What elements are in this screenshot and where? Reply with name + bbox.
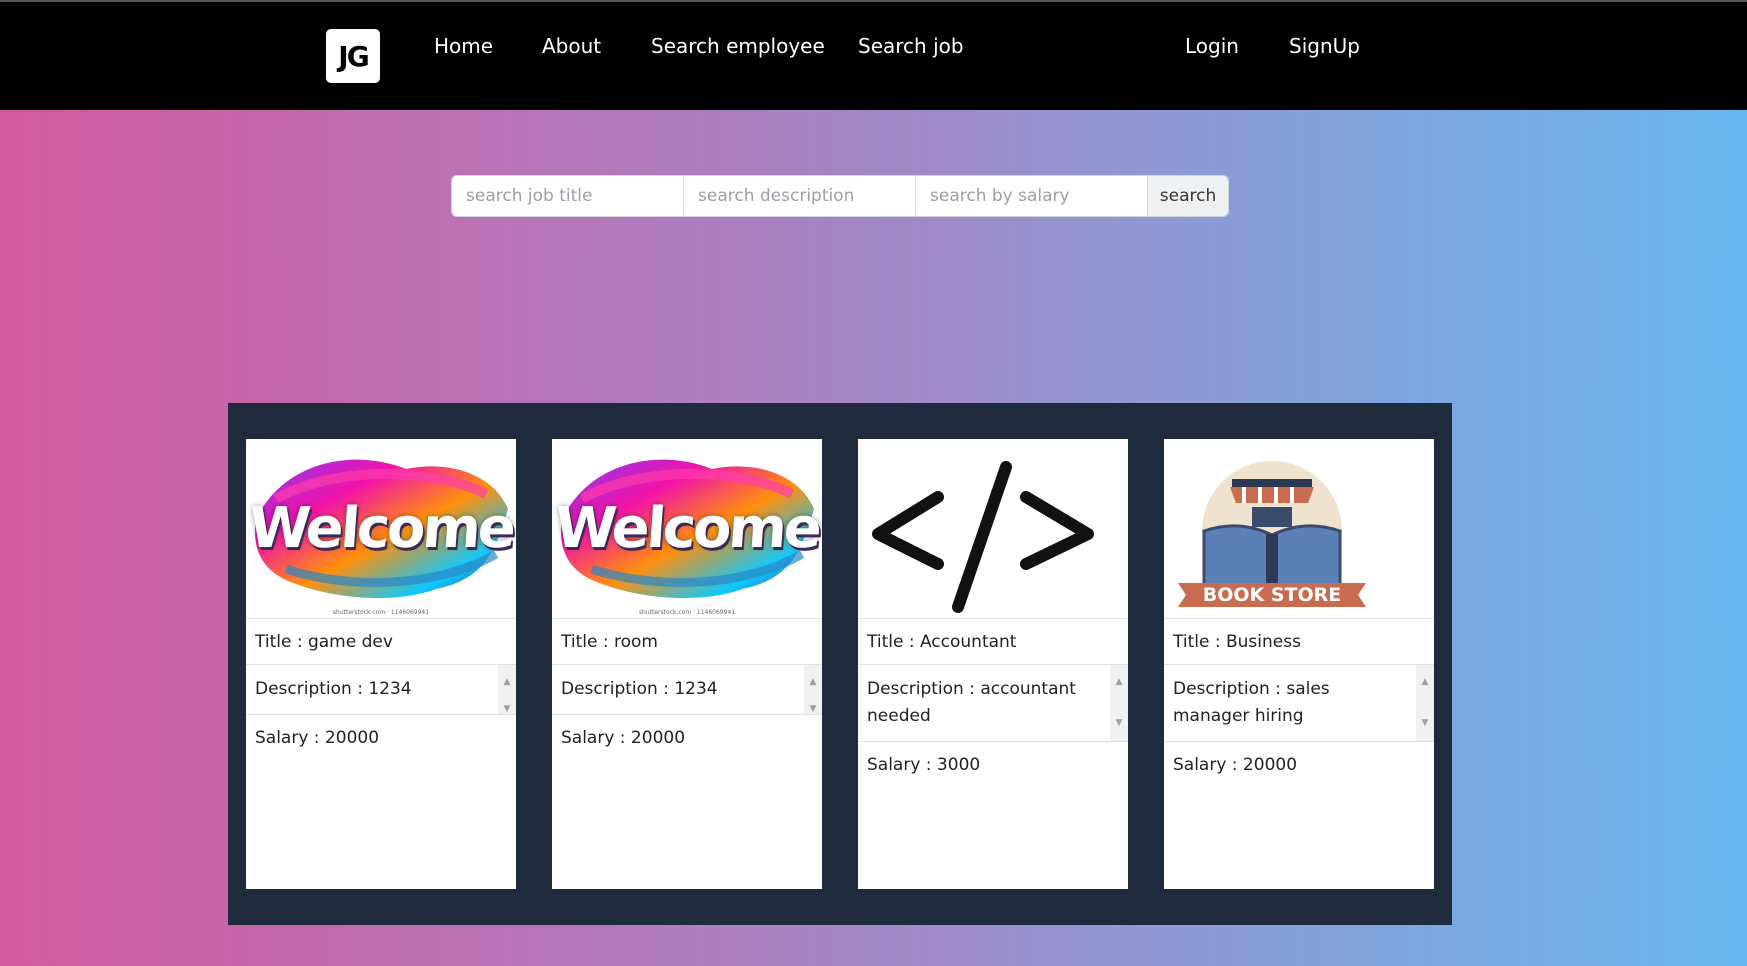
description-scrollbar[interactable]: ▲ ▼ <box>498 665 516 714</box>
job-description: Description : sales manager hiring ▲ ▼ <box>1164 665 1434 742</box>
nav-signup-link[interactable]: SignUp <box>1289 34 1360 58</box>
job-salary: Salary : 3000 <box>867 755 981 775</box>
nav-search-job-link[interactable]: Search job <box>858 34 964 58</box>
job-description: Description : 1234 ▲ ▼ <box>552 665 822 715</box>
job-card[interactable]: BOOK STORE Title : Business Description … <box>1164 439 1434 889</box>
job-salary: Salary : 20000 <box>1173 755 1298 775</box>
nav-login-link[interactable]: Login <box>1185 34 1239 58</box>
nav-search-employee-link[interactable]: Search employee <box>651 34 825 58</box>
job-title: Title : game dev <box>246 619 516 665</box>
job-card[interactable]: Title : Accountant Description : account… <box>858 439 1128 889</box>
welcome-image: Welcome shutterstock.com · 1146069941 <box>552 439 822 619</box>
job-cards-panel: Welcome shutterstock.com · 1146069941 Ti… <box>228 403 1452 925</box>
job-card[interactable]: Welcome shutterstock.com · 1146069941 Ti… <box>246 439 516 889</box>
job-title: Title : Accountant <box>858 619 1128 665</box>
description-scrollbar[interactable]: ▲ ▼ <box>1416 665 1434 741</box>
job-description: Description : accountant needed ▲ ▼ <box>858 665 1128 742</box>
welcome-image: Welcome shutterstock.com · 1146069941 <box>246 439 516 619</box>
navbar: JG Home About Search employee Search job… <box>0 2 1747 110</box>
code-icon <box>858 439 1128 619</box>
nav-home-link[interactable]: Home <box>434 34 493 58</box>
svg-text:BOOK STORE: BOOK STORE <box>1203 584 1342 606</box>
search-salary-input[interactable] <box>916 176 1148 216</box>
book-store-image: BOOK STORE <box>1164 439 1434 619</box>
job-salary: Salary : 20000 <box>561 728 686 748</box>
search-bar: search <box>451 175 1229 217</box>
job-card[interactable]: Welcome shutterstock.com · 1146069941 Ti… <box>552 439 822 889</box>
job-title: Title : Business <box>1164 619 1434 665</box>
job-title: Title : room <box>552 619 822 665</box>
nav-about-link[interactable]: About <box>542 34 601 58</box>
search-job-title-input[interactable] <box>452 176 684 216</box>
job-salary: Salary : 20000 <box>255 728 380 748</box>
description-scrollbar[interactable]: ▲ ▼ <box>804 665 822 714</box>
logo[interactable]: JG <box>326 29 380 83</box>
search-description-input[interactable] <box>684 176 916 216</box>
search-button[interactable]: search <box>1148 176 1228 216</box>
job-description: Description : 1234 ▲ ▼ <box>246 665 516 715</box>
description-scrollbar[interactable]: ▲ ▼ <box>1110 665 1128 741</box>
